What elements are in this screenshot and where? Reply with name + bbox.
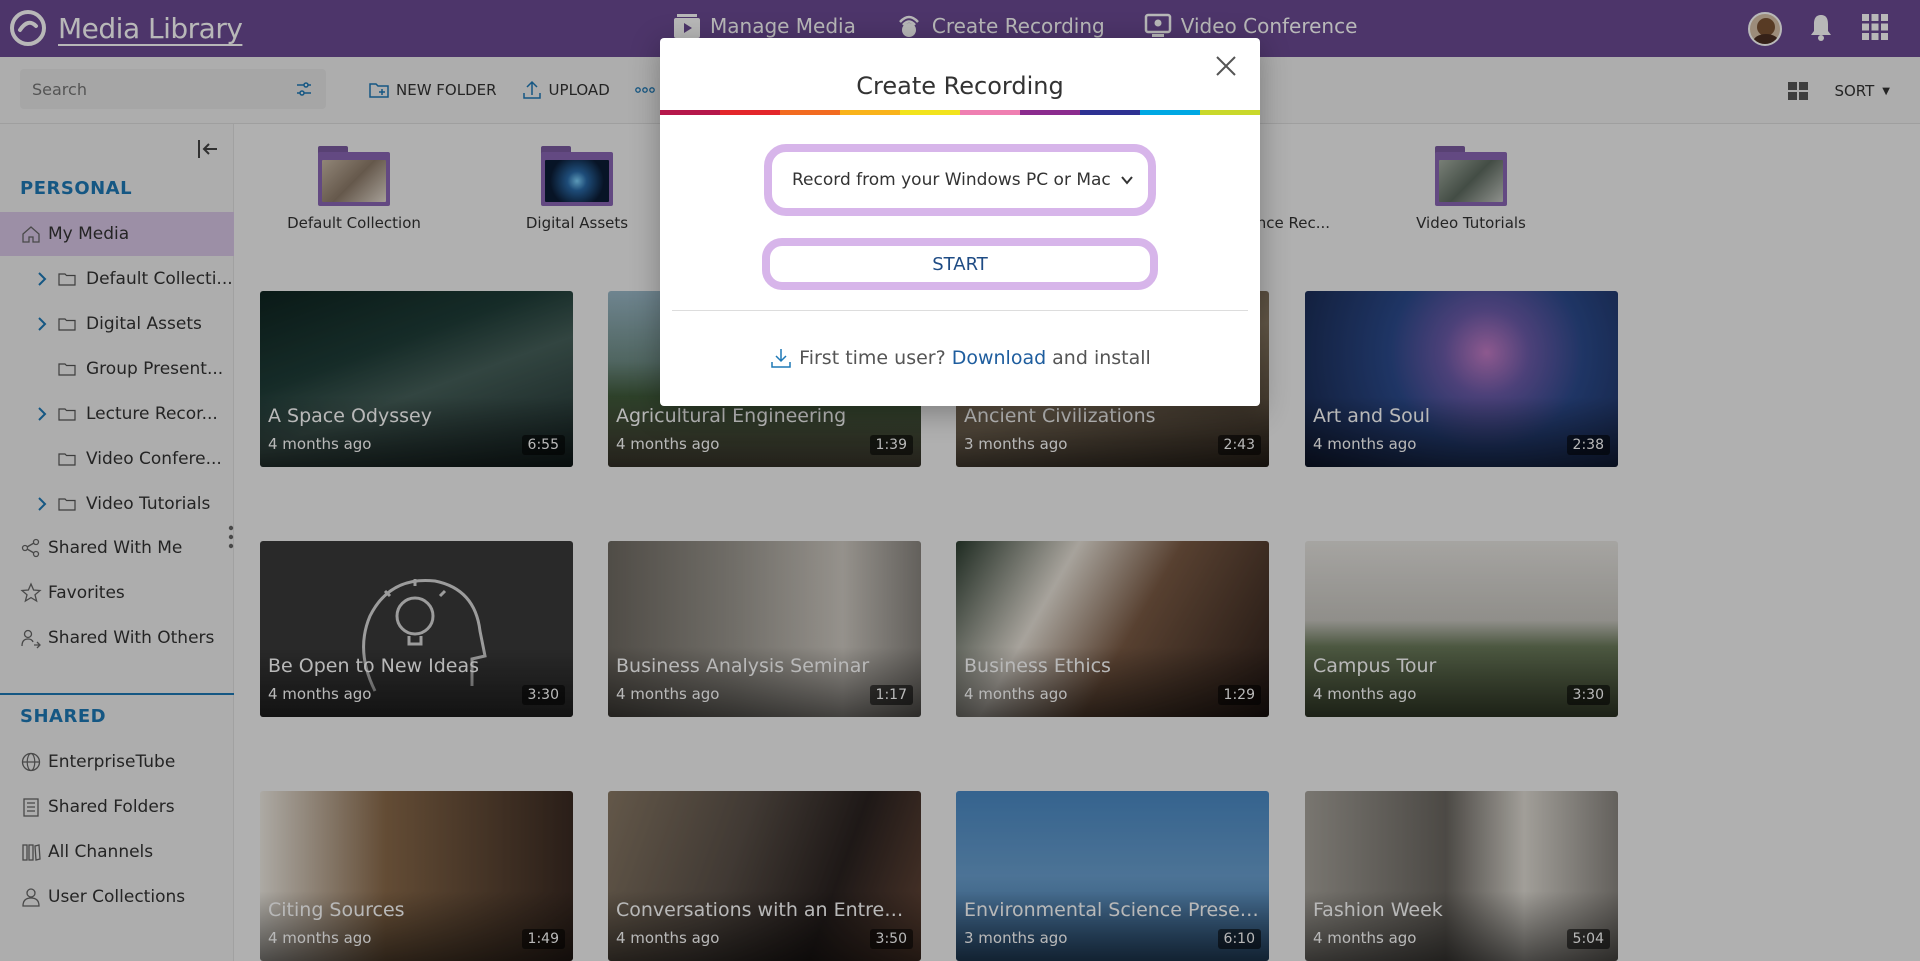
first-time-user-row: First time user? Download and install (660, 346, 1260, 370)
first-time-text: First time user? (799, 347, 946, 369)
install-text: and install (1052, 347, 1151, 369)
dialog-divider (672, 310, 1248, 311)
recording-source-value: Record from your Windows PC or Mac (792, 170, 1111, 190)
rainbow-divider (660, 110, 1260, 115)
download-icon (771, 349, 791, 368)
dialog-title: Create Recording (856, 72, 1064, 100)
chevron-down-icon (1121, 176, 1133, 185)
start-button[interactable]: START (762, 238, 1158, 290)
create-recording-dialog: Create Recording Record from your Window… (660, 38, 1260, 406)
recording-source-select[interactable]: Record from your Windows PC or Mac (764, 144, 1156, 216)
download-link[interactable]: Download (952, 347, 1046, 369)
